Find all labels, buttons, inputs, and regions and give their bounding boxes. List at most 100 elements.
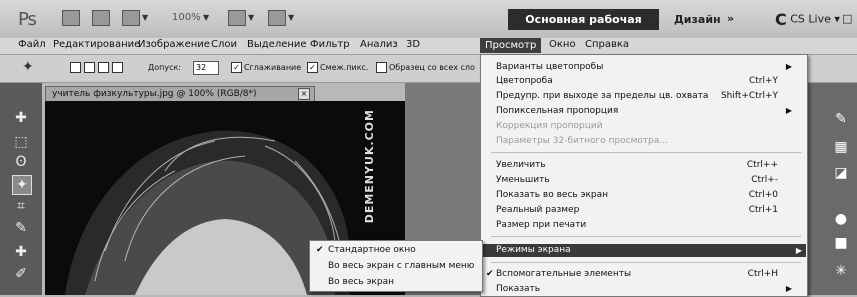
adjustments-icon[interactable]: ◪	[833, 165, 849, 181]
menu-item-zoom-in[interactable]: Увеличить Ctrl++	[496, 159, 796, 171]
menu-window[interactable]: Окно	[549, 39, 576, 50]
menu-item-label: Реальный размер	[496, 205, 580, 215]
menu-item-label: Вспомогательные элементы	[496, 269, 632, 279]
styles-icon[interactable]: ✳	[833, 263, 849, 279]
right-panels: ✎ ▦ ◪ ● ■ ✳	[803, 83, 857, 295]
menu-file[interactable]: Файл	[18, 39, 46, 50]
masks-icon[interactable]: ●	[833, 211, 849, 227]
menu-item-gamut-warning[interactable]: Предупр. при выходе за пределы цв. охват…	[496, 90, 796, 102]
menu-item-shortcut: Ctrl+0	[748, 190, 778, 200]
eyedropper-tool-icon[interactable]: ✎	[12, 219, 30, 237]
screen-mode-submenu: ✔ Стандартное окно Во весь экран с главны…	[309, 240, 483, 292]
menu-item-label: Уменьшить	[496, 175, 550, 185]
menu-item-print-size[interactable]: Размер при печати	[496, 219, 796, 231]
menu-item-fit-on-screen[interactable]: Показать во весь экран Ctrl+0	[496, 189, 796, 201]
chevron-down-icon[interactable]: ▼	[203, 13, 209, 22]
menu-separator	[491, 262, 801, 263]
menu-item-label: Размер при печати	[496, 220, 587, 230]
chevron-down-icon[interactable]: ▼	[142, 13, 148, 22]
menu-item-shortcut: Ctrl+1	[748, 205, 778, 215]
menu-item-label: Режимы экрана	[496, 245, 571, 255]
bridge-icon[interactable]	[62, 10, 80, 26]
menu-edit[interactable]: Редактирование	[53, 39, 140, 50]
submenu-item-label: Во весь экран	[328, 277, 394, 287]
menu-item-show[interactable]: Показать ▶	[496, 283, 796, 295]
document-tab[interactable]: учитель физкультуры.jpg @ 100% (RGB/8*) …	[45, 86, 315, 102]
menu-item-shortcut: Shift+Ctrl+Y	[720, 91, 778, 101]
menu-item-label: Попиксельная пропорция	[496, 106, 619, 116]
submenu-item-standard-screen[interactable]: ✔ Стандартное окно	[316, 244, 416, 256]
cs-live-label: CS Live	[790, 12, 831, 26]
menu-item-proof-colors[interactable]: Цветопроба Ctrl+Y	[496, 75, 796, 87]
menu-help[interactable]: Справка	[585, 39, 629, 50]
menu-item-extras[interactable]: ✔ Вспомогательные элементы Ctrl+H	[486, 268, 796, 280]
menu-item-label: Показать	[496, 284, 541, 294]
grid-panel-icon[interactable]: ▦	[833, 139, 849, 155]
lasso-tool-icon[interactable]: ʘ	[12, 153, 30, 171]
menu-separator	[491, 236, 801, 237]
menu-item-pixel-aspect-ratio[interactable]: Попиксельная пропорция ▶	[496, 105, 796, 117]
crop-tool-icon[interactable]: ⌗	[12, 197, 30, 215]
menu-item-actual-pixels[interactable]: Реальный размер Ctrl+1	[496, 204, 796, 216]
menu-item-label: Показать во весь экран	[496, 190, 609, 200]
menu-item-label: Коррекция пропорций	[496, 121, 603, 131]
menu-filter[interactable]: Фильтр	[310, 39, 350, 50]
tolerance-label: Допуск:	[148, 63, 182, 72]
sample-all-layers-checkbox[interactable]	[376, 62, 387, 73]
mini-bridge-icon[interactable]	[92, 10, 110, 26]
zoom-level[interactable]: 100%	[172, 12, 201, 23]
minimize-button[interactable]: –	[826, 12, 832, 25]
menu-layers[interactable]: Слои	[211, 39, 237, 50]
tools-panel: ✚ ⬚ ʘ ✦ ⌗ ✎ ✚ ✐	[0, 83, 42, 295]
chevron-down-icon[interactable]: ▼	[288, 13, 294, 22]
contiguous-checkbox[interactable]: ✓	[307, 62, 318, 73]
submenu-item-full-screen-with-menu[interactable]: Во весь экран с главным меню	[328, 260, 474, 272]
application-bar: Ps ▼ 100% ▼ ▼ ▼ Основная рабочая среда Д…	[0, 0, 857, 47]
new-selection-icon[interactable]	[70, 62, 81, 73]
menu-image[interactable]: Изображение	[138, 39, 210, 50]
check-icon: ✔	[486, 269, 494, 279]
menu-item-proof-setup[interactable]: Варианты цветопробы ▶	[496, 61, 796, 73]
antialias-checkbox[interactable]: ✓	[231, 62, 242, 73]
cs-live-icon: C	[775, 10, 787, 29]
panel-tool-icon[interactable]: ✎	[833, 111, 849, 127]
menu-select[interactable]: Выделение	[247, 39, 307, 50]
magic-wand-tool-icon[interactable]: ✦	[12, 175, 32, 195]
marquee-tool-icon[interactable]: ⬚	[12, 133, 30, 151]
arrange-documents-icon[interactable]	[228, 10, 246, 26]
brush-tool-icon[interactable]: ✐	[12, 265, 30, 283]
tolerance-input[interactable]: 32	[193, 61, 219, 75]
layers-icon[interactable]: ■	[833, 235, 849, 251]
screen-mode-icon[interactable]	[268, 10, 286, 26]
workspace-design-button[interactable]: Дизайн	[674, 13, 721, 26]
subtract-selection-icon[interactable]	[98, 62, 109, 73]
menu-item-shortcut: Ctrl+-	[751, 175, 778, 185]
menu-analysis[interactable]: Анализ	[360, 39, 398, 50]
workspace-essentials-button[interactable]: Основная рабочая среда	[508, 9, 659, 47]
menu-item-label: Увеличить	[496, 160, 546, 170]
move-tool-icon[interactable]: ✚	[12, 109, 30, 127]
healing-brush-tool-icon[interactable]: ✚	[12, 243, 30, 261]
close-document-button[interactable]: ×	[298, 88, 310, 100]
menu-item-screen-mode[interactable]: Режимы экрана ▶	[482, 244, 806, 257]
menu-item-label: Параметры 32-битного просмотра...	[496, 136, 668, 146]
magic-wand-tool-icon[interactable]: ✦	[22, 59, 34, 75]
intersect-selection-icon[interactable]	[112, 62, 123, 73]
submenu-arrow-icon: ▶	[785, 62, 792, 71]
menu-item-aspect-correction: Коррекция пропорций	[496, 120, 796, 132]
sample-all-layers-label: Образец со всех сло	[389, 63, 475, 72]
chevron-down-icon[interactable]: ▼	[248, 13, 254, 22]
restore-button[interactable]: □	[842, 12, 852, 25]
more-workspaces-button[interactable]: »	[727, 12, 734, 25]
contiguous-label: Смеж.пикс.	[320, 63, 369, 72]
submenu-item-full-screen[interactable]: Во весь экран	[328, 276, 394, 288]
menu-item-label: Цветопроба	[496, 76, 553, 86]
add-to-selection-icon[interactable]	[84, 62, 95, 73]
extras-icon[interactable]	[122, 10, 140, 26]
menu-item-shortcut: Ctrl++	[746, 160, 778, 170]
menu-item-shortcut: Ctrl+H	[747, 269, 778, 279]
menu-item-zoom-out[interactable]: Уменьшить Ctrl+-	[496, 174, 796, 186]
document-title: учитель физкультуры.jpg @ 100% (RGB/8*)	[52, 89, 257, 99]
menu-view[interactable]: Просмотр	[480, 38, 542, 53]
menu-3d[interactable]: 3D	[406, 39, 420, 50]
